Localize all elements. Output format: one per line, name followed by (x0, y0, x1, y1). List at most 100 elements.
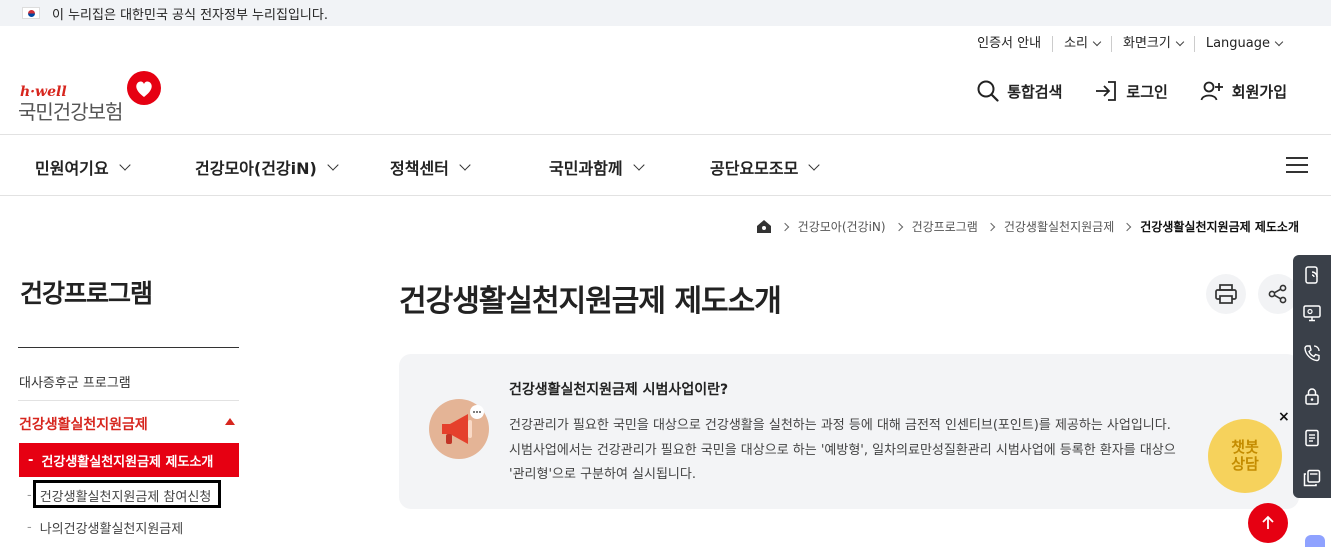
quick-menu (1293, 255, 1331, 498)
chevron-right-icon (986, 222, 996, 231)
quick-document[interactable] (1293, 420, 1331, 456)
sidebar-item-metabolic[interactable]: 대사증후군 프로그램 (19, 372, 131, 391)
phone-icon (1304, 345, 1320, 362)
nav-item-together[interactable]: 국민과함께 (549, 155, 645, 179)
logo-name: 국민건강보험 (18, 100, 123, 124)
quick-doc-phone[interactable] (1293, 257, 1331, 293)
bullet-dash: - (27, 520, 32, 535)
screen-size-menu[interactable]: 화면크기 (1111, 36, 1194, 52)
chatbot-label-1: 챗봇 (1231, 438, 1259, 456)
sidebar-sub-label: 나의건강생활실천지원금제 (39, 522, 184, 537)
megaphone-icon (429, 399, 489, 459)
user-add-icon (1200, 81, 1223, 101)
copy-window-icon (1303, 469, 1321, 487)
nav-label: 공단요모조모 (710, 159, 799, 178)
chevron-down-icon (808, 159, 820, 171)
breadcrumb-item[interactable]: 건강생활실천지원금제 (1004, 218, 1114, 235)
hamburger-icon (1286, 157, 1308, 159)
monitor-icon (1303, 305, 1321, 322)
screen-size-label: 화면크기 (1123, 36, 1171, 51)
signup-button[interactable]: 회원가입 (1200, 80, 1287, 102)
chevron-down-icon (459, 159, 471, 171)
chevron-down-icon (118, 159, 131, 171)
bullet-dash: - (27, 488, 32, 503)
breadcrumb-item[interactable]: 건강모아(건강iN) (798, 218, 886, 235)
nav-label: 국민과함께 (549, 159, 623, 178)
heart-logo-icon (127, 71, 161, 105)
chevron-right-icon (1123, 222, 1132, 231)
sound-menu[interactable]: 소리 (1052, 36, 1111, 52)
sidebar-group-active[interactable]: 건강생활실천지원금제 (19, 414, 239, 434)
info-line-1: 건강관리가 필요한 국민을 대상으로 건강생활을 실천하는 과정 등에 대해 금… (509, 418, 1171, 433)
site-logo[interactable]: h·well 국민건강보험 (18, 70, 163, 124)
gov-banner-text: 이 누리집은 대한민국 공식 전자정부 누리집입니다. (52, 7, 328, 23)
chatbot-button[interactable]: 챗봇 상담 (1208, 419, 1282, 493)
hamburger-icon (1286, 164, 1308, 166)
lock-icon (1305, 388, 1319, 405)
document-icon (1305, 429, 1319, 447)
chatbot-label-2: 상담 (1231, 455, 1259, 473)
quick-lock[interactable] (1293, 378, 1331, 414)
header-actions: 통합검색 로그인 회원가입 (945, 80, 1287, 102)
gov-banner: 이 누리집은 대한민국 공식 전자정부 누리집입니다. (0, 0, 1331, 26)
login-label: 로그인 (1126, 82, 1168, 101)
breadcrumb-current: 건강생활실천지원금제 제도소개 (1140, 220, 1299, 234)
all-menu-button[interactable] (1286, 157, 1308, 173)
cert-guide-link[interactable]: 인증서 안내 (966, 36, 1052, 52)
nav-item-health[interactable]: 건강모아(건강iN) (195, 155, 339, 179)
main-nav: 민원여기요 건강모아(건강iN) 정책센터 국민과함께 공단요모조모 (0, 134, 1331, 196)
nav-label: 민원여기요 (35, 159, 109, 178)
scroll-top-button[interactable] (1248, 503, 1288, 543)
search-button[interactable]: 통합검색 (977, 80, 1062, 102)
info-line-3: '관리형'으로 구분하여 실시됩니다. (509, 467, 696, 482)
focus-outline (33, 480, 221, 508)
info-heading: 건강생활실천지원금제 시범사업이란? (509, 382, 729, 398)
arrow-up-icon (1262, 515, 1274, 529)
chevron-down-icon (1092, 37, 1102, 47)
utility-links: 인증서 안내 소리 화면크기 Language (966, 36, 1293, 52)
hamburger-icon (1286, 171, 1308, 173)
chevron-down-icon (632, 159, 645, 171)
print-button[interactable] (1206, 274, 1246, 314)
sound-label: 소리 (1064, 36, 1088, 51)
sidebar-divider (18, 400, 239, 401)
login-icon (1096, 81, 1117, 101)
share-button[interactable] (1258, 274, 1298, 314)
chevron-down-icon (1274, 37, 1284, 47)
chevron-down-icon (327, 159, 339, 171)
nav-item-policy[interactable]: 정책센터 (390, 155, 471, 179)
chevron-down-icon (1175, 37, 1185, 47)
print-icon (1215, 284, 1237, 304)
sidebar-sub-current[interactable]: - 건강생활실천지원금제 제도소개 (19, 443, 239, 477)
login-button[interactable]: 로그인 (1094, 80, 1168, 102)
breadcrumb: 건강모아(건강iN) 건강프로그램 건강생활실천지원금제 건강생활실천지원금제 … (756, 218, 1299, 235)
quick-monitor[interactable] (1293, 295, 1331, 331)
signup-label: 회원가입 (1231, 82, 1287, 101)
cert-guide-label: 인증서 안내 (977, 36, 1042, 51)
sidebar-group-label: 건강생활실천지원금제 (19, 417, 148, 433)
chatbot-close-button[interactable]: × (1278, 409, 1290, 425)
sidebar-divider (18, 347, 239, 348)
caret-up-icon (225, 418, 235, 425)
nav-item-minwon[interactable]: 민원여기요 (35, 155, 131, 179)
nav-item-about[interactable]: 공단요모조모 (710, 155, 820, 179)
info-box: 건강생활실천지원금제 시범사업이란? 건강관리가 필요한 국민을 대상으로 건강… (399, 354, 1299, 509)
nav-label: 정책센터 (390, 159, 449, 178)
share-icon (1268, 284, 1287, 304)
quick-phone[interactable] (1293, 335, 1331, 371)
breadcrumb-item[interactable]: 건강프로그램 (912, 218, 978, 235)
chevron-right-icon (894, 222, 903, 231)
sidebar-sub-label: 건강생활실천지원금제 제도소개 (41, 454, 214, 470)
page-title: 건강생활실천지원금제 제도소개 (399, 284, 782, 319)
quick-copy[interactable] (1293, 460, 1331, 496)
sidebar-title: 건강프로그램 (20, 279, 153, 308)
sidebar-sub-mine[interactable]: - 나의건강생활실천지원금제 (27, 518, 183, 537)
mobile-doc-icon (1305, 266, 1318, 284)
language-menu[interactable]: Language (1193, 36, 1293, 52)
floating-widget[interactable] (1305, 535, 1325, 547)
info-line-2: 시범사업에서는 건강관리가 필요한 국민을 대상으로 하는 '예방형', 일차의… (509, 443, 1176, 458)
home-icon[interactable] (756, 219, 772, 234)
chevron-right-icon (780, 222, 789, 231)
bullet-dash: - (28, 452, 34, 468)
language-label: Language (1205, 36, 1270, 51)
